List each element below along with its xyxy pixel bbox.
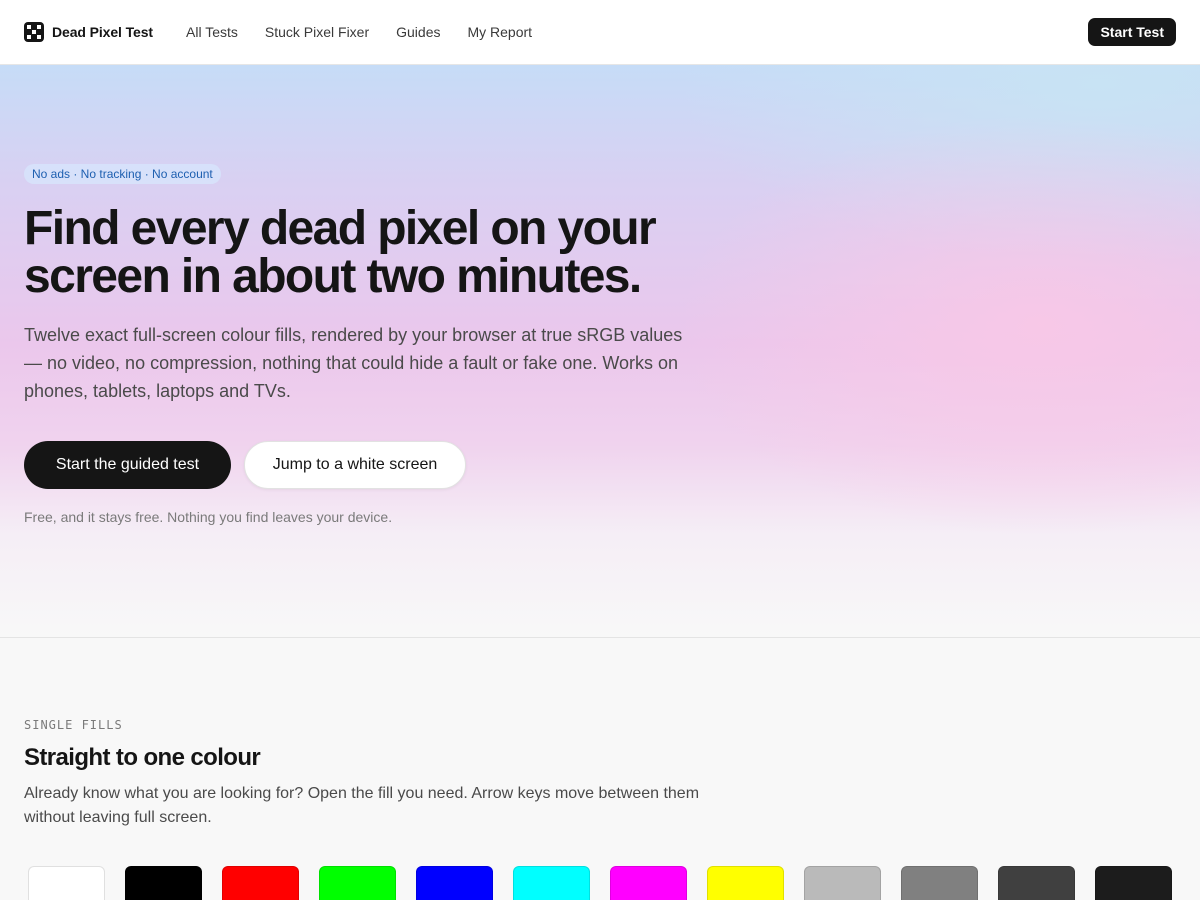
nav-all-tests[interactable]: All Tests bbox=[186, 22, 238, 42]
swatch-white[interactable] bbox=[28, 866, 105, 900]
nav-guides[interactable]: Guides bbox=[396, 22, 440, 42]
swatch-light-grey[interactable] bbox=[804, 866, 881, 900]
swatch-yellow[interactable] bbox=[707, 866, 784, 900]
swatch-black[interactable] bbox=[125, 866, 202, 900]
hero-title-line-1: Find every dead pixel on your bbox=[24, 202, 657, 255]
section-eyebrow: SINGLE FILLS bbox=[24, 718, 123, 732]
swatch-red[interactable] bbox=[222, 866, 299, 900]
hero-note: Free, and it stays free. Nothing you fin… bbox=[24, 509, 393, 525]
start-guided-test-button[interactable]: Start the guided test bbox=[24, 441, 231, 489]
swatch-dark-grey[interactable] bbox=[998, 866, 1075, 900]
hero-title: Find every dead pixel on your screen in … bbox=[24, 205, 684, 301]
swatch-magenta[interactable] bbox=[610, 866, 687, 900]
start-test-button[interactable]: Start Test bbox=[1088, 18, 1176, 46]
main-nav: All Tests Stuck Pixel Fixer Guides My Re… bbox=[186, 22, 532, 42]
pixel-grid-icon bbox=[24, 22, 44, 42]
nav-stuck-pixel-fixer[interactable]: Stuck Pixel Fixer bbox=[265, 22, 369, 42]
swatch-mid-grey[interactable] bbox=[901, 866, 978, 900]
nav-my-report[interactable]: My Report bbox=[467, 22, 532, 42]
brand-logo-link[interactable]: Dead Pixel Test bbox=[24, 21, 153, 43]
swatch-green[interactable] bbox=[319, 866, 396, 900]
hero-subtitle: Twelve exact full-screen colour fills, r… bbox=[24, 325, 683, 401]
swatch-near-black[interactable] bbox=[1095, 866, 1172, 900]
section-description: Already know what you are looking for? O… bbox=[24, 785, 700, 826]
top-navigation-bar: Dead Pixel Test All Tests Stuck Pixel Fi… bbox=[0, 0, 1200, 65]
swatch-blue[interactable] bbox=[416, 866, 493, 900]
white-screen-button[interactable]: Jump to a white screen bbox=[244, 441, 466, 489]
swatch-cyan[interactable] bbox=[513, 866, 590, 900]
hero-title-line-2: screen in about two minutes. bbox=[24, 250, 642, 303]
brand-name: Dead Pixel Test bbox=[52, 24, 153, 40]
privacy-badge: No ads · No tracking · No account bbox=[24, 164, 221, 184]
hero-section: No ads · No tracking · No account Find e… bbox=[0, 65, 1200, 638]
colour-swatch-list bbox=[28, 866, 1172, 900]
section-title: Straight to one colour bbox=[24, 744, 261, 771]
